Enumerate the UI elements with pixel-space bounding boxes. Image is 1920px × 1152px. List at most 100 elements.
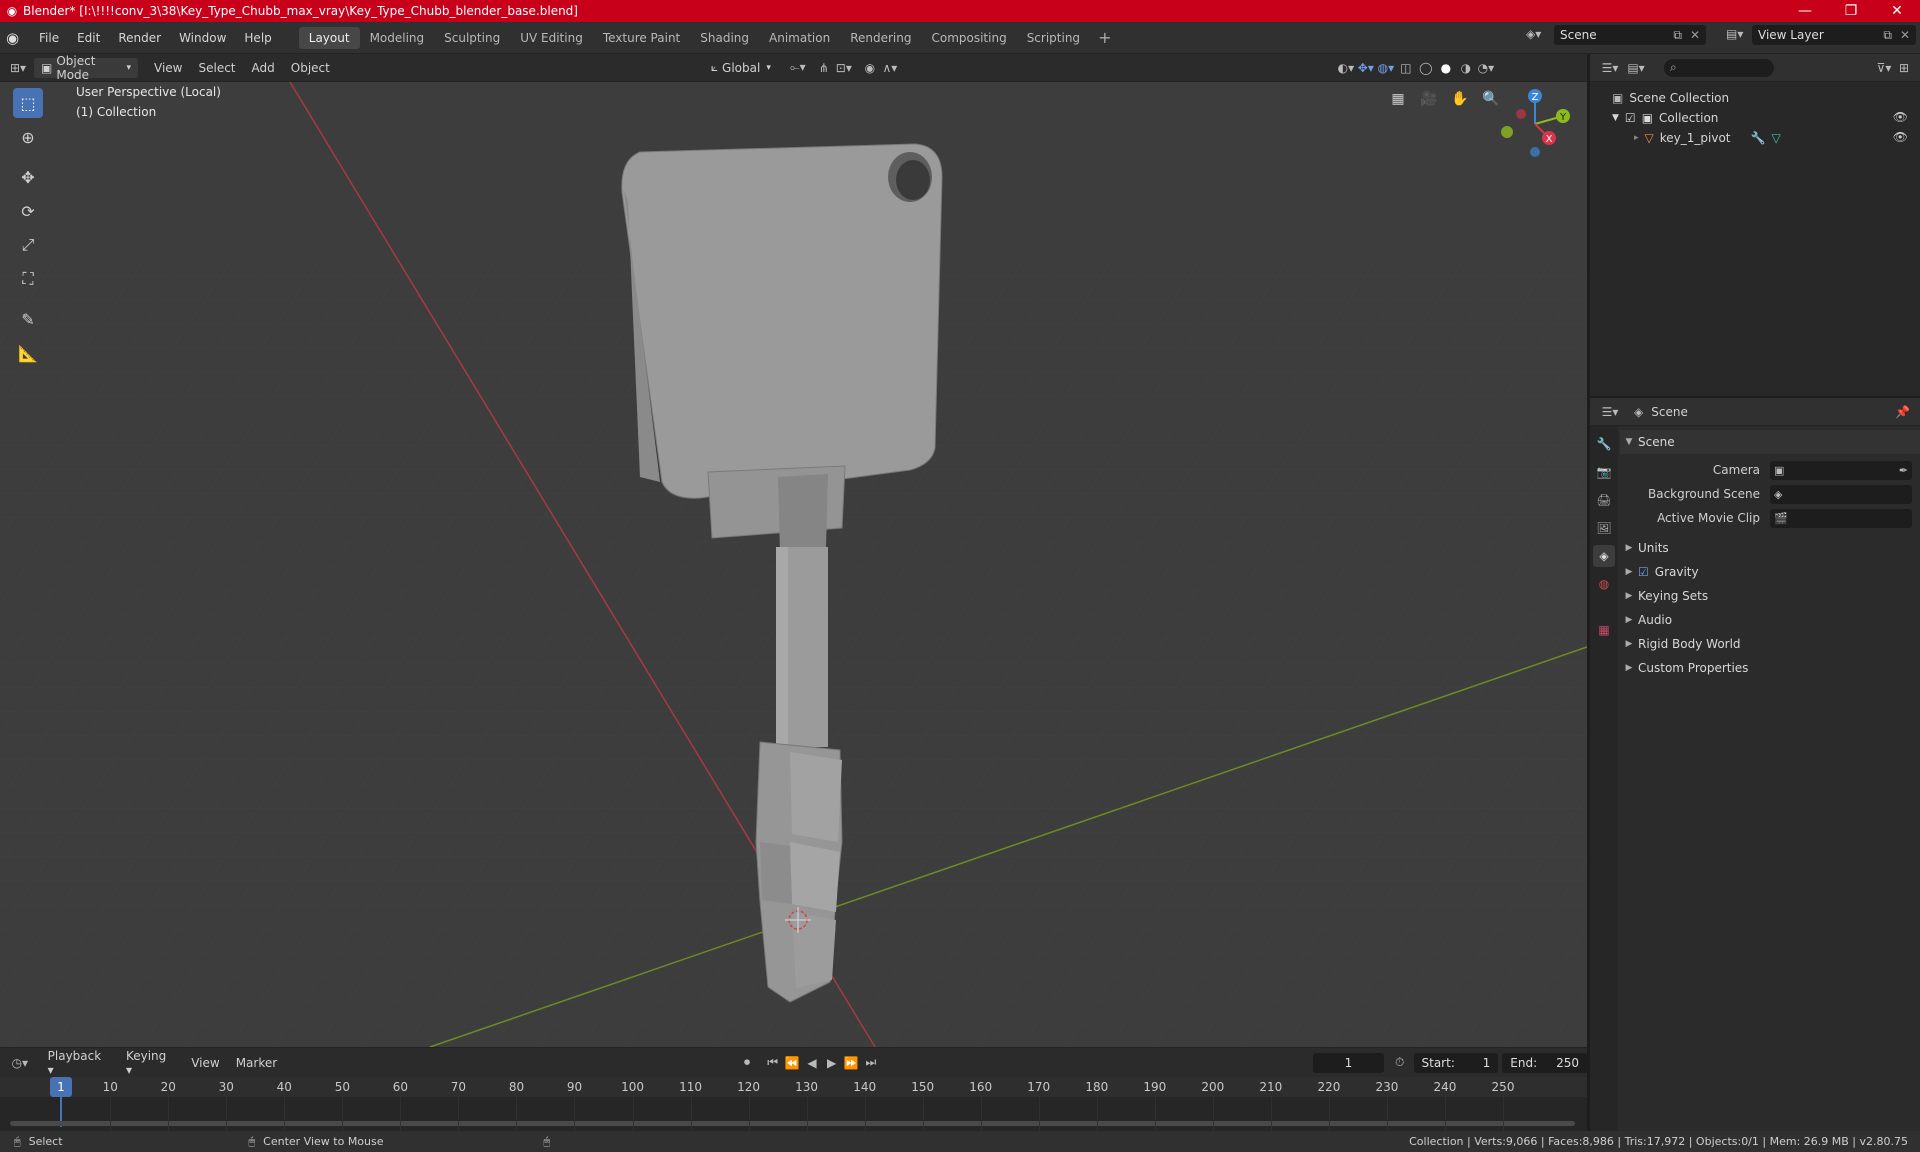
workspace-tab-uv-editing[interactable]: UV Editing xyxy=(510,27,593,49)
timeline[interactable]: 10 20 30 40 50 60 70 80 90 100 110 120 130 140 150 160 1… xyxy=(0,1077,1587,1131)
close-button[interactable]: ✕ xyxy=(1874,0,1920,22)
snap-target-icon[interactable]: ⊡▾ xyxy=(834,58,854,78)
eye-icon[interactable]: 👁 xyxy=(1893,130,1908,144)
custom-properties-panel[interactable]: ▶ Custom Properties xyxy=(1620,656,1920,680)
gizmo-toggle-icon[interactable]: ✥▾ xyxy=(1356,58,1376,78)
wireframe-shading-icon[interactable]: ◯ xyxy=(1416,58,1436,78)
properties-editor-type-icon[interactable]: ☰▾ xyxy=(1600,402,1620,422)
workspace-tab-scripting[interactable]: Scripting xyxy=(1017,27,1090,49)
mesh-data-icon[interactable]: ▽ xyxy=(1771,131,1780,145)
menu-file[interactable]: File xyxy=(30,31,68,45)
navigation-gizmo[interactable]: Z Y X xyxy=(1495,84,1585,164)
xray-icon[interactable]: ◫ xyxy=(1396,58,1416,78)
view-layer-selector[interactable]: View Layer ⧉ ✕ xyxy=(1752,25,1916,45)
move-tool-icon[interactable]: ✥ xyxy=(13,162,43,192)
checkbox-icon[interactable]: ☑ xyxy=(1625,111,1636,125)
next-keyframe-icon[interactable]: ⏩ xyxy=(841,1053,861,1073)
viewport-menu-add[interactable]: Add xyxy=(244,61,283,75)
record-icon[interactable]: ⏺ xyxy=(737,1053,757,1073)
outliner-collection[interactable]: ▼ ☑ ▣ Collection 👁 xyxy=(1590,108,1920,128)
outliner-scene-collection[interactable]: ▣ Scene Collection xyxy=(1590,88,1920,108)
start-frame-field[interactable]: Start: 1 xyxy=(1413,1052,1499,1073)
visibility-icon[interactable]: ◐▾ xyxy=(1336,58,1356,78)
camera-field[interactable]: ▣ ✒ xyxy=(1770,460,1912,480)
overlay-toggle-icon[interactable]: ◍▾ xyxy=(1376,58,1396,78)
pan-hand-icon[interactable]: ✋ xyxy=(1447,86,1473,112)
orientation-selector[interactable]: ⟀ Global ▾ xyxy=(703,57,778,78)
scene-type-icon[interactable]: ◈▾ xyxy=(1526,27,1541,41)
view-layer-tab-icon[interactable]: 🖼 xyxy=(1593,517,1615,539)
workspace-tab-rendering[interactable]: Rendering xyxy=(840,27,921,49)
falloff-icon[interactable]: ∧▾ xyxy=(880,58,900,78)
keying-sets-panel[interactable]: ▶ Keying Sets xyxy=(1620,584,1920,608)
current-frame-field[interactable]: 1 xyxy=(1313,1052,1384,1073)
pivot-point-icon[interactable]: ⟜▾ xyxy=(788,58,808,78)
rigid-body-world-panel[interactable]: ▶ Rigid Body World xyxy=(1620,632,1920,656)
viewport-menu-select[interactable]: Select xyxy=(190,61,243,75)
eye-icon[interactable]: 👁 xyxy=(1893,110,1908,124)
menu-render[interactable]: Render xyxy=(109,31,170,45)
outliner-editor-type-icon[interactable]: ☰▾ xyxy=(1600,58,1620,78)
world-tab-icon[interactable]: ◍ xyxy=(1593,573,1615,595)
scale-tool-icon[interactable]: ⤢ xyxy=(13,230,43,260)
scene-selector[interactable]: Scene ⧉ ✕ xyxy=(1554,25,1706,45)
expand-arrow-icon[interactable]: ▼ xyxy=(1612,113,1619,123)
scene-tab-icon[interactable]: ◈ xyxy=(1593,545,1615,567)
maximize-button[interactable]: ❐ xyxy=(1828,0,1874,22)
workspace-tab-layout[interactable]: Layout xyxy=(298,26,360,49)
add-workspace-icon[interactable]: + xyxy=(1090,28,1119,47)
units-panel[interactable]: ▶ Units xyxy=(1620,536,1920,560)
gravity-panel[interactable]: ▶ ☑ Gravity xyxy=(1620,560,1920,584)
new-collection-icon[interactable]: ⊞ xyxy=(1894,58,1914,78)
timeline-editor-type-icon[interactable]: ◷▾ xyxy=(10,1053,30,1073)
expand-arrow-icon[interactable]: ▸ xyxy=(1634,133,1639,143)
menu-window[interactable]: Window xyxy=(170,31,235,45)
annotate-tool-icon[interactable]: ✎ xyxy=(13,304,43,334)
texture-tab-icon[interactable]: ▦ xyxy=(1593,619,1615,641)
workspace-tab-texture-paint[interactable]: Texture Paint xyxy=(593,27,690,49)
blender-menu-icon[interactable]: ◉ xyxy=(6,29,30,47)
toggle-camera-view-icon[interactable]: ▦ xyxy=(1385,86,1411,112)
tool-tab-icon[interactable]: 🔧 xyxy=(1593,433,1615,455)
timeline-scrollbar[interactable] xyxy=(10,1121,1575,1126)
delete-view-layer-icon[interactable]: ✕ xyxy=(1900,28,1910,42)
rotate-tool-icon[interactable]: ⟳ xyxy=(13,196,43,226)
editor-type-icon[interactable]: ⊞▾ xyxy=(8,58,28,78)
workspace-tab-shading[interactable]: Shading xyxy=(690,27,759,49)
play-reverse-icon[interactable]: ◀ xyxy=(802,1053,822,1073)
select-box-tool-icon[interactable]: ⬚ xyxy=(13,88,43,118)
play-icon[interactable]: ▶ xyxy=(822,1053,842,1073)
background-scene-field[interactable]: ◈ xyxy=(1770,484,1912,504)
material-shading-icon[interactable]: ◑ xyxy=(1456,58,1476,78)
display-mode-icon[interactable]: ▤▾ xyxy=(1626,58,1646,78)
viewport-canvas[interactable] xyxy=(0,82,1587,1047)
modifier-icon[interactable]: 🔧 xyxy=(1751,131,1766,145)
stopwatch-icon[interactable]: ⏱ xyxy=(1390,1053,1410,1073)
outliner-search-input[interactable]: ⌕ xyxy=(1664,58,1774,77)
cursor-tool-icon[interactable]: ⊕ xyxy=(13,122,43,152)
keying-menu[interactable]: Keying ▾ xyxy=(118,1049,183,1077)
menu-edit[interactable]: Edit xyxy=(68,31,109,45)
output-tab-icon[interactable]: 🖨 xyxy=(1593,489,1615,511)
workspace-tab-sculpting[interactable]: Sculpting xyxy=(434,27,510,49)
mode-selector[interactable]: ▣ Object Mode ▾ xyxy=(34,54,138,82)
render-tab-icon[interactable]: 📷 xyxy=(1593,461,1615,483)
camera-icon[interactable]: 🎥 xyxy=(1416,86,1442,112)
viewport-menu-object[interactable]: Object xyxy=(283,61,338,75)
outliner-object-row[interactable]: ▸ ▽ key_1_pivot 🔧 ▽ 👁 xyxy=(1590,128,1920,148)
frame-ruler[interactable]: 10 20 30 40 50 60 70 80 90 100 110 120 130 140 150 160 1… xyxy=(0,1077,1587,1097)
measure-tool-icon[interactable]: 📐 xyxy=(13,338,43,368)
playback-menu[interactable]: Playback ▾ xyxy=(40,1049,118,1077)
scene-panel-header[interactable]: ▼ Scene xyxy=(1620,430,1920,454)
workspace-tab-animation[interactable]: Animation xyxy=(759,27,840,49)
copy-scene-icon[interactable]: ⧉ xyxy=(1673,28,1682,43)
solid-shading-icon[interactable]: ● xyxy=(1436,58,1456,78)
snap-icon[interactable]: ⋔ xyxy=(814,58,834,78)
viewport-menu-view[interactable]: View xyxy=(146,61,190,75)
proportional-edit-icon[interactable]: ◉ xyxy=(860,58,880,78)
jump-start-icon[interactable]: ⏮ xyxy=(763,1053,783,1073)
transform-tool-icon[interactable]: ⛶ xyxy=(13,264,43,294)
audio-panel[interactable]: ▶ Audio xyxy=(1620,608,1920,632)
eyedropper-icon[interactable]: ✒ xyxy=(1899,464,1908,477)
gravity-checkbox[interactable]: ☑ xyxy=(1638,565,1649,579)
